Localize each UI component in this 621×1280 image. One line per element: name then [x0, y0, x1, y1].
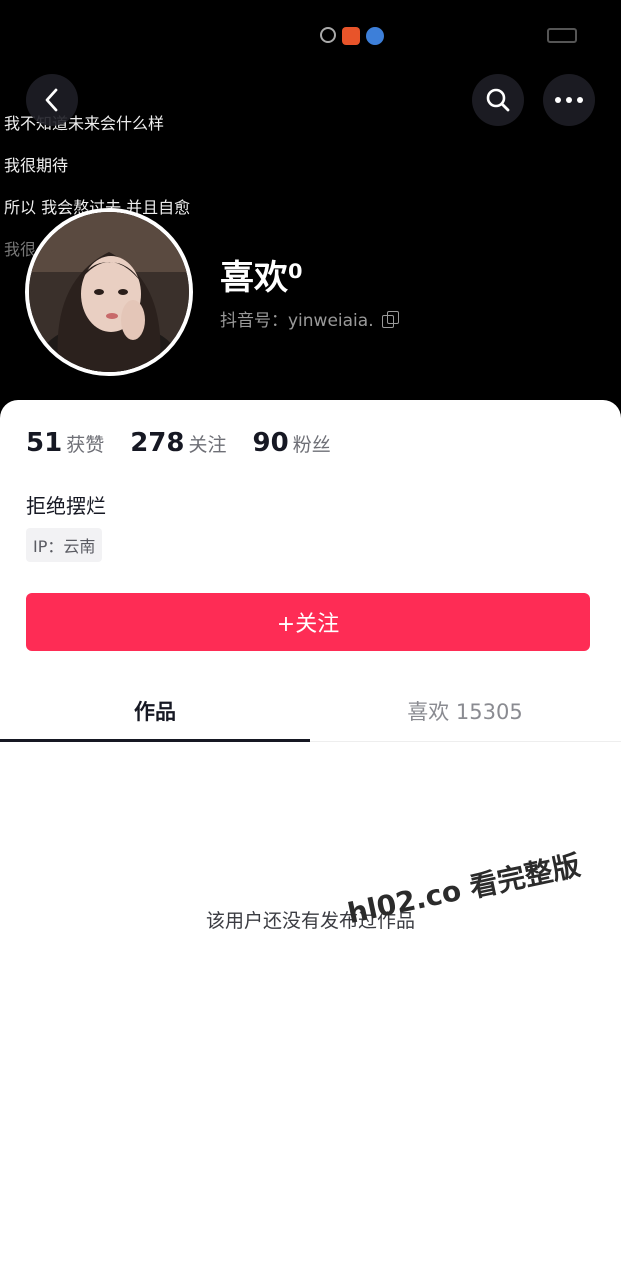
background-text-line: 我很期待 — [4, 156, 69, 175]
back-button[interactable] — [26, 74, 78, 126]
stat-value: 278 — [130, 428, 185, 458]
stats-row: 51 获赞 278 关注 90 粉丝 — [26, 428, 357, 458]
search-button[interactable] — [472, 74, 524, 126]
ip-location-tag: IP：云南 — [26, 528, 103, 562]
stat-label: 关注 — [188, 434, 227, 456]
more-horizontal-icon — [555, 97, 583, 103]
profile-bio: 拒绝摆烂 — [26, 494, 106, 518]
hotspot-icon — [320, 27, 336, 43]
avatar-photo — [29, 212, 189, 372]
tab-likes[interactable]: 喜欢 15305 — [310, 680, 620, 741]
avatar[interactable] — [25, 208, 193, 376]
stat-label: 获赞 — [66, 434, 105, 456]
status-icons — [320, 27, 384, 45]
copy-icon[interactable] — [381, 310, 399, 328]
chevron-left-icon — [45, 88, 58, 112]
background-text-line: 我不知道未来会什么样 — [4, 114, 165, 133]
battery-icon — [547, 28, 577, 43]
tab-works[interactable]: 作品 — [0, 680, 310, 742]
account-id-row: 抖音号：yinweiaia. — [220, 306, 399, 331]
stat-following[interactable]: 278 关注 — [130, 428, 226, 458]
content-tabs: 作品 喜欢 15305 — [0, 680, 621, 742]
app-icon-blue — [366, 27, 384, 45]
more-button[interactable] — [543, 74, 595, 126]
stat-followers[interactable]: 90 粉丝 — [253, 428, 331, 458]
account-id: 抖音号：yinweiaia. — [220, 311, 374, 331]
search-icon — [486, 88, 510, 112]
status-bar — [0, 0, 621, 60]
profile-nickname: 喜欢⁰ — [220, 258, 303, 298]
stat-label: 粉丝 — [292, 434, 331, 456]
background-text-line: 我很 — [4, 240, 37, 259]
stat-value: 51 — [26, 428, 63, 458]
stat-likes[interactable]: 51 获赞 — [26, 428, 104, 458]
follow-button[interactable]: +关注 — [26, 593, 590, 651]
profile-panel: 51 获赞 278 关注 90 粉丝 拒绝摆烂 IP：云南 +关注 作品 喜欢 … — [0, 400, 621, 1280]
stat-value: 90 — [252, 428, 289, 458]
empty-state-message: 该用户还没有发布过作品 — [205, 910, 415, 932]
app-icon-red — [342, 27, 360, 45]
